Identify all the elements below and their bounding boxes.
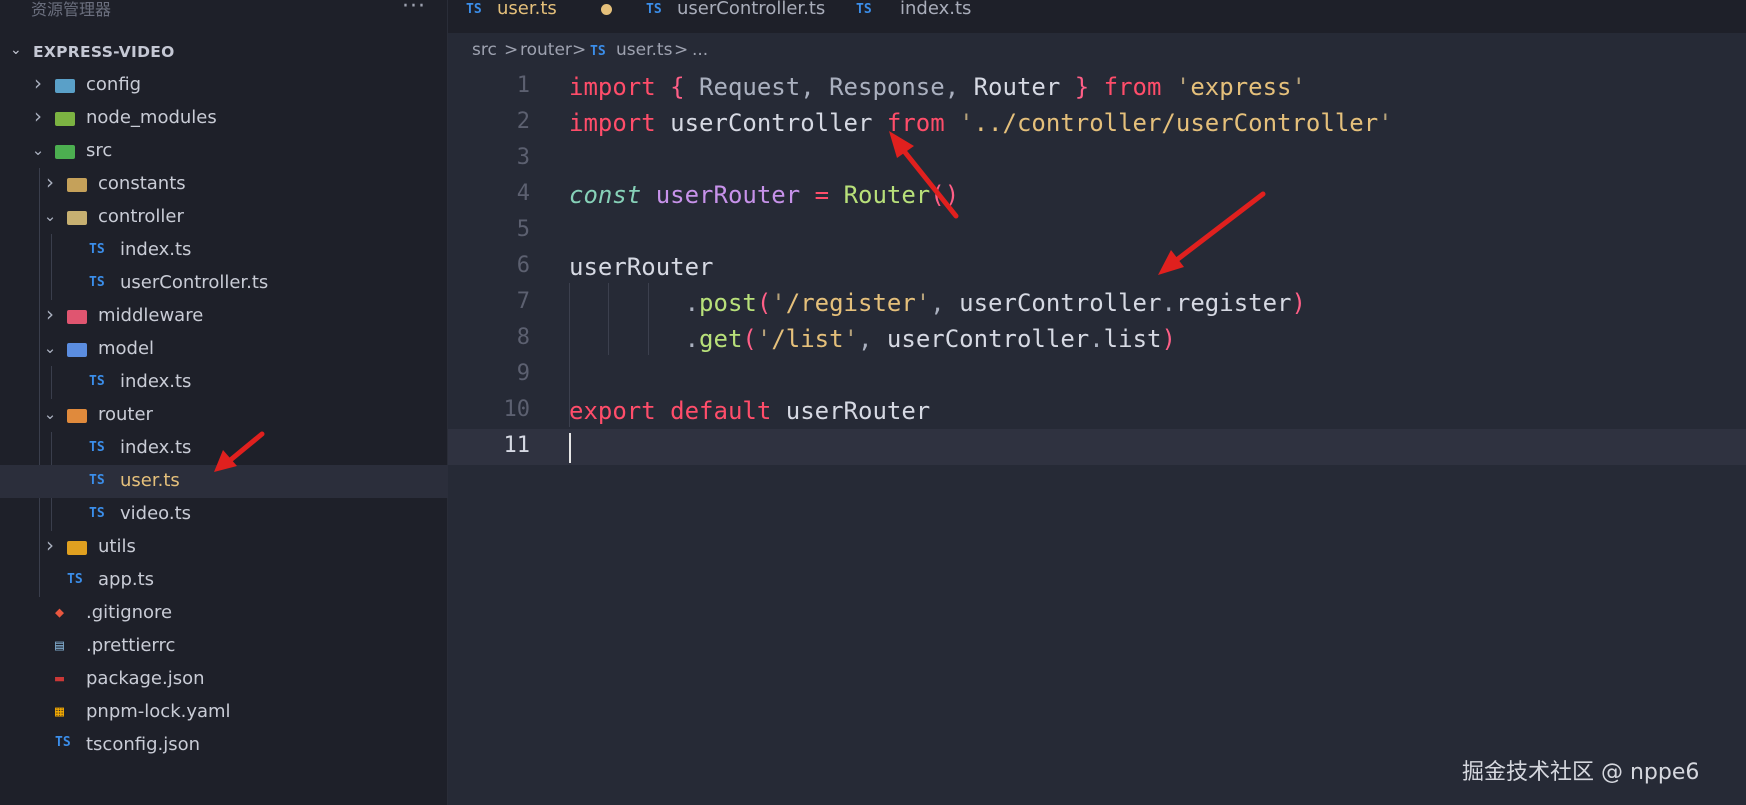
annotation-arrow-register (1171, 191, 1266, 265)
annotation-arrowhead (889, 131, 914, 158)
watermark: 掘金技术社区 @ nppe6 (1462, 760, 1700, 785)
annotation-arrowhead (1158, 250, 1184, 275)
annotation-arrowhead (214, 450, 237, 472)
annotation-arrow-import (897, 143, 959, 219)
annotation-arrows (214, 131, 1266, 472)
annotation-arrow-user-ts (225, 431, 265, 465)
